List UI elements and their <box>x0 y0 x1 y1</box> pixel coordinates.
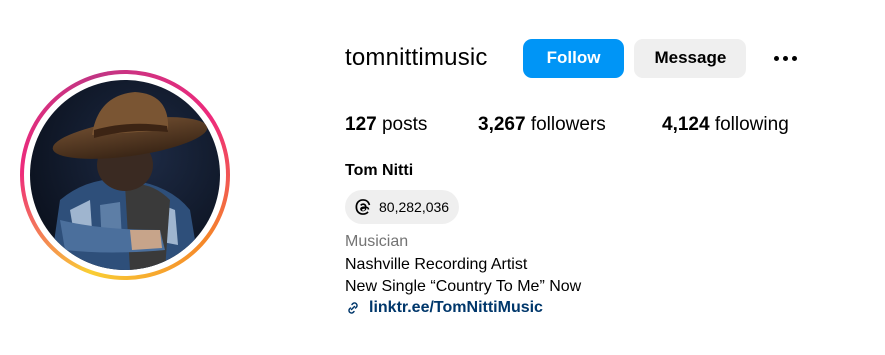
threads-badge[interactable]: 80,282,036 <box>345 190 460 224</box>
profile-link[interactable]: linktr.ee/TomNittiMusic <box>345 299 543 317</box>
following-count: 4,124 <box>662 114 710 135</box>
profile-stats: 127 posts 3,267 followers 4,124 followin… <box>345 114 789 136</box>
link-icon <box>348 302 358 314</box>
profile-avatar[interactable] <box>30 80 220 270</box>
following-label: following <box>714 114 789 135</box>
following-stat[interactable]: 4,124 following <box>662 114 789 136</box>
profile-avatar-ring[interactable] <box>20 70 230 280</box>
avatar-photo <box>50 92 208 270</box>
follow-button[interactable]: Follow <box>522 38 625 78</box>
category-label: Musician <box>345 233 409 250</box>
followers-label: followers <box>530 114 606 135</box>
bio-line-2: New Single “Country To Me” Now <box>345 278 582 295</box>
posts-stat[interactable]: 127 posts <box>345 114 478 136</box>
threads-icon <box>355 199 371 215</box>
message-button[interactable]: Message <box>634 38 747 78</box>
followers-count: 3,267 <box>478 114 526 135</box>
bio-line-1: Nashville Recording Artist <box>345 256 528 273</box>
profile-header: tomnittimusic Follow Message <box>345 38 800 78</box>
posts-count: 127 <box>345 114 377 135</box>
link-text[interactable]: linktr.ee/TomNittiMusic <box>369 299 543 317</box>
followers-stat[interactable]: 3,267 followers <box>478 114 662 136</box>
full-name: Tom Nitti <box>345 162 414 179</box>
posts-label: posts <box>381 114 428 135</box>
avatar-gap <box>24 74 226 276</box>
username: tomnittimusic <box>345 44 488 71</box>
threads-count: 80,282,036 <box>379 199 450 215</box>
more-options-icon[interactable] <box>770 43 800 73</box>
